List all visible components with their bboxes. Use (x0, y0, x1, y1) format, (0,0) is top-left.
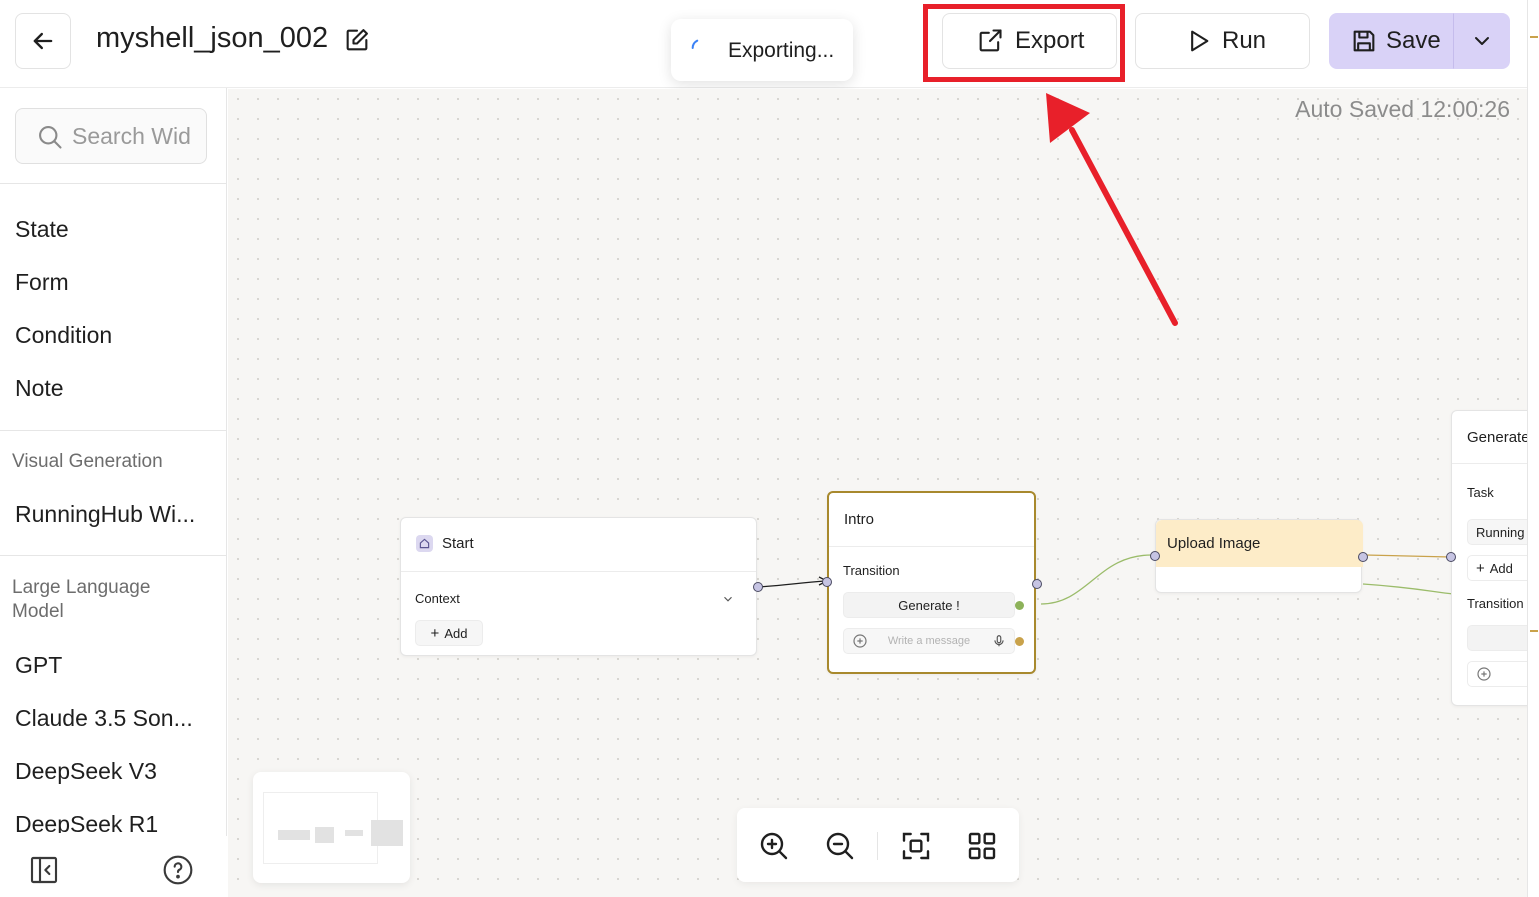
add-label: Add (1489, 560, 1513, 576)
divider (877, 832, 878, 860)
run-button[interactable]: Run (1135, 13, 1310, 69)
output-port[interactable] (1032, 579, 1042, 589)
input-port[interactable] (1446, 552, 1456, 562)
divider (1452, 463, 1527, 464)
arrow-left-icon (33, 32, 53, 50)
minimap-node (371, 820, 403, 846)
input-port[interactable] (1150, 551, 1160, 561)
add-circle-icon (852, 633, 868, 649)
divider (829, 546, 1034, 547)
microphone-icon[interactable] (992, 634, 1006, 648)
page-title: myshell_json_002 (96, 22, 329, 54)
add-circle-icon (1476, 666, 1492, 682)
zoom-toolbar (737, 808, 1019, 882)
category-llm: Large Language Model (12, 577, 151, 622)
divider (0, 430, 227, 431)
node-intro[interactable]: Intro Transition Generate ! Write a mess… (822, 491, 1042, 674)
chevron-down-icon (1474, 37, 1489, 45)
divider (0, 555, 227, 556)
annotation-arrow (1046, 93, 1178, 326)
zoom-in-icon[interactable] (758, 830, 790, 862)
output-port[interactable] (1015, 637, 1024, 646)
sidebar-item-state[interactable]: State (15, 216, 69, 243)
save-button[interactable]: Save (1329, 13, 1453, 69)
search-input[interactable] (72, 121, 202, 151)
search-box[interactable] (15, 108, 207, 164)
floppy-disk-icon (1350, 27, 1378, 55)
divider (0, 183, 227, 184)
zoom-out-icon[interactable] (824, 830, 856, 862)
transition-label: Transition (1467, 596, 1524, 611)
minimap-node (315, 827, 334, 843)
back-button[interactable] (15, 13, 71, 69)
top-bar: myshell_json_002 Exporting... Export Run (0, 0, 1539, 88)
context-label: Context (415, 591, 460, 606)
node-title: Generate (1467, 429, 1527, 446)
search-icon (36, 123, 64, 151)
sidebar-item-deepseek-r1[interactable]: DeepSeek R1 (15, 811, 158, 833)
node-title: Intro (844, 511, 875, 528)
task-select[interactable]: Running (1467, 519, 1527, 545)
save-options-button[interactable] (1453, 13, 1510, 69)
save-label: Save (1386, 27, 1441, 54)
transition-button[interactable] (1467, 625, 1527, 651)
sidebar-item-deepseek-v3[interactable]: DeepSeek V3 (15, 758, 157, 785)
widget-sidebar: State Form Condition Note Visual Generat… (0, 88, 227, 897)
workflow-canvas[interactable]: Auto Saved 12:00:26 Start Context + Add (228, 89, 1527, 897)
add-task-button[interactable]: + Add (1467, 555, 1527, 581)
generate-button[interactable]: Generate ! (843, 592, 1015, 618)
annotation-highlight-box (923, 4, 1125, 82)
transition-label: Transition (843, 563, 900, 578)
chevron-down-icon[interactable] (721, 592, 735, 606)
minimap[interactable] (253, 772, 410, 883)
sidebar-item-form[interactable]: Form (15, 269, 69, 296)
edge-marker (1530, 630, 1538, 632)
sidebar-item-claude[interactable]: Claude 3.5 Son... (15, 705, 193, 732)
plus-icon: + (1476, 559, 1485, 577)
app-root: myshell_json_002 Exporting... Export Run (0, 0, 1539, 897)
add-transition-button[interactable] (1467, 661, 1527, 687)
play-icon (1184, 27, 1212, 55)
add-label: Add (444, 625, 468, 641)
output-port[interactable] (1015, 601, 1024, 610)
run-label: Run (1222, 27, 1267, 54)
category-visual-generation: Visual Generation (12, 451, 163, 472)
sidebar-item-runninghub[interactable]: RunningHub Wi... (15, 501, 195, 528)
sidebar-item-gpt[interactable]: GPT (15, 652, 62, 679)
message-placeholder: Write a message (887, 635, 971, 647)
node-start[interactable]: Start Context + Add (400, 517, 763, 656)
divider (401, 571, 756, 572)
collapse-sidebar-icon[interactable] (28, 854, 60, 886)
sidebar-item-condition[interactable]: Condition (15, 322, 112, 349)
toast-message: Exporting... (728, 39, 835, 62)
minimap-node (278, 830, 310, 840)
node-title: Upload Image (1167, 535, 1261, 552)
spinner-icon (689, 37, 711, 59)
output-port[interactable] (1358, 552, 1368, 562)
node-generate[interactable]: Generate Task Running + Add Transition (1446, 410, 1527, 706)
right-edge-panel (1527, 0, 1539, 897)
edge-marker (1530, 36, 1538, 38)
sidebar-item-note[interactable]: Note (15, 375, 64, 402)
minimap-node (345, 830, 363, 836)
node-upload-image[interactable]: Upload Image (1150, 519, 1368, 593)
output-port[interactable] (753, 582, 763, 592)
plus-icon: + (430, 624, 440, 642)
exporting-toast: Exporting... (671, 19, 853, 81)
input-port[interactable] (822, 577, 832, 587)
home-icon (416, 535, 433, 552)
fit-view-icon[interactable] (900, 830, 932, 862)
help-icon[interactable] (162, 854, 194, 886)
grid-layout-icon[interactable] (966, 830, 998, 862)
add-context-button[interactable]: + Add (415, 620, 483, 646)
message-input[interactable]: Write a message (843, 628, 1015, 654)
node-title: Start (442, 535, 474, 552)
edit-title-icon[interactable] (343, 26, 371, 54)
task-label: Task (1467, 485, 1494, 500)
